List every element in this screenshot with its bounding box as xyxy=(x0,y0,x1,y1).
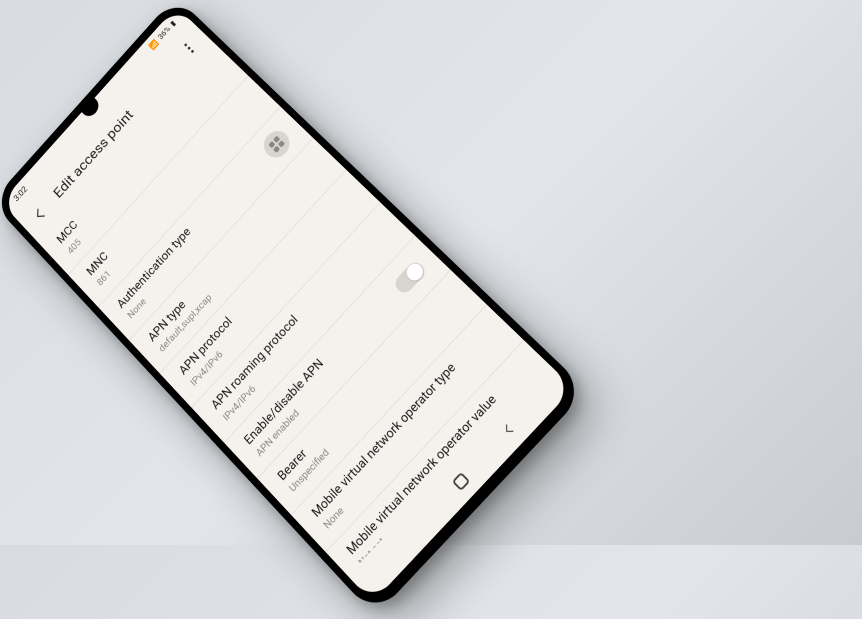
nav-back-button[interactable] xyxy=(498,418,520,441)
battery-percent: 36% xyxy=(157,25,172,41)
back-arrow-icon xyxy=(30,203,50,225)
category-badge xyxy=(258,125,294,162)
phone-frame: 3:02 📶 36% ▮ Edit access point MCC xyxy=(0,0,588,616)
apn-enable-toggle[interactable] xyxy=(392,259,428,296)
chevron-left-icon xyxy=(499,419,518,438)
grid-icon xyxy=(268,135,285,152)
more-vertical-icon xyxy=(183,43,194,54)
battery-icon: ▮ xyxy=(169,19,177,28)
nav-home-button[interactable] xyxy=(452,472,471,491)
screen: 3:02 📶 36% ▮ Edit access point MCC xyxy=(1,7,574,603)
nav-recent-button[interactable] xyxy=(405,527,418,541)
signal-icon: 📶 xyxy=(148,39,160,52)
